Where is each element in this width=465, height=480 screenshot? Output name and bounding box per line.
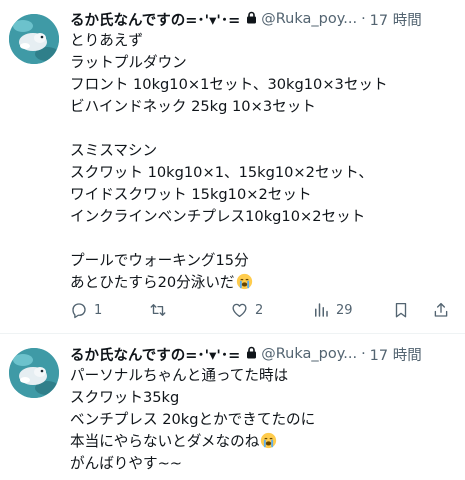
views-button[interactable]: 29: [312, 298, 353, 322]
retweet-button[interactable]: [148, 298, 174, 322]
reply-icon: [70, 301, 88, 319]
tweet-line: ビハインドネック 25kg 10×3セット: [70, 98, 316, 115]
user-handle[interactable]: @Ruka_poy...: [261, 11, 357, 27]
avatar[interactable]: [9, 14, 59, 64]
tweet-divider: [0, 333, 465, 334]
display-name[interactable]: るか氏なんですの: [70, 9, 185, 30]
tweet-line: ラットプルダウン: [70, 54, 187, 71]
tweet-line: がんばりやす~~: [70, 455, 183, 472]
tweet-line: スクワット35kg: [70, 389, 180, 406]
tweet-header: るか氏なんですの =･'▾'･= @Ruka_poy... · 17 時間: [70, 8, 460, 30]
display-name-suffix: =･'▾'･=: [185, 347, 241, 364]
display-name-suffix: =･'▾'･=: [185, 12, 241, 29]
reply-count: 1: [94, 302, 103, 318]
like-count: 2: [255, 302, 264, 318]
like-button[interactable]: 2: [230, 298, 263, 322]
tweet-line: インクラインベンチプレス10kg10×2セット: [70, 208, 366, 225]
tweet[interactable]: るか氏なんですの =･'▾'･= @Ruka_poy... · 17 時間 とり…: [0, 0, 465, 332]
tweet-line: ベンチプレス 20kgとかできてたのに: [70, 411, 316, 428]
separator-dot: ·: [361, 346, 366, 362]
reply-button[interactable]: 1: [70, 298, 102, 322]
timestamp[interactable]: 17 時間: [370, 9, 422, 30]
tweet-line: フロント 10kg10×1セット、30kg10×3セット: [70, 76, 388, 93]
share-button[interactable]: [432, 298, 450, 322]
tweet-line-with-emoji: あとひたすら20分泳いだ: [70, 272, 455, 294]
tweet-text: パーソナルちゃんと通ってた時は スクワット35kg ベンチプレス 20kgとかで…: [70, 365, 455, 475]
tweet-line: スクワット 10kg10×1、15kg10×2セット、: [70, 164, 374, 181]
lock-icon: [246, 11, 257, 28]
retweet-icon: [148, 301, 168, 319]
heart-icon: [230, 301, 249, 319]
display-name[interactable]: るか氏なんですの: [70, 344, 185, 365]
avatar[interactable]: [9, 348, 59, 398]
loudly-crying-face-icon: [260, 432, 277, 449]
loudly-crying-face-icon: [236, 273, 253, 290]
tweet-line: スミスマシン: [70, 142, 158, 159]
tweet-header: るか氏なんですの =･'▾'･= @Ruka_poy... · 17 時間: [70, 343, 460, 365]
tweet-line: あとひたすら20分泳いだ: [70, 274, 235, 291]
separator-dot: ·: [361, 11, 366, 27]
tweet-line: プールでウォーキング15分: [70, 252, 249, 269]
timestamp[interactable]: 17 時間: [370, 344, 422, 365]
tweet-text: とりあえず ラットプルダウン フロント 10kg10×1セット、30kg10×3…: [70, 30, 455, 294]
share-icon: [432, 300, 450, 320]
view-count: 29: [336, 302, 353, 318]
tweet[interactable]: るか氏なんですの =･'▾'･= @Ruka_poy... · 17 時間 パー…: [0, 335, 465, 480]
tweet-line-with-emoji: 本当にやらないとダメなのね: [70, 431, 455, 453]
bookmark-icon: [392, 300, 410, 320]
analytics-icon: [312, 301, 330, 319]
tweet-line: 本当にやらないとダメなのね: [70, 433, 260, 450]
timeline: るか氏なんですの =･'▾'･= @Ruka_poy... · 17 時間 とり…: [0, 0, 465, 480]
user-handle[interactable]: @Ruka_poy...: [261, 346, 357, 362]
tweet-actions: 1 2 29: [70, 298, 455, 322]
tweet-line: ワイドスクワット 15kg10×2セット: [70, 186, 312, 203]
tweet-line: とりあえず: [70, 32, 143, 49]
tweet-line: パーソナルちゃんと通ってた時は: [70, 367, 289, 384]
bookmark-button[interactable]: [392, 298, 410, 322]
lock-icon: [246, 346, 257, 363]
